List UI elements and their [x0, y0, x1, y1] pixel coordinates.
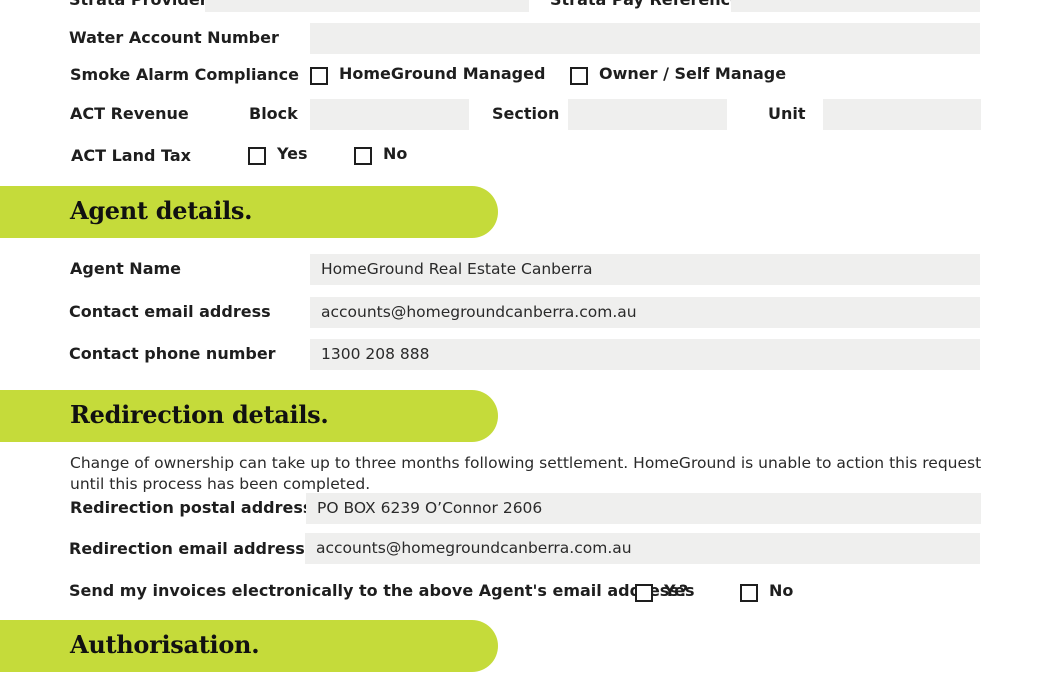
smoke-alarm-owner-label: Owner / Self Manage [599, 64, 787, 83]
contact-email-field[interactable]: accounts@homegroundcanberra.com.au [310, 297, 980, 328]
redirection-details-banner: Redirection details. [0, 390, 498, 442]
water-account-label: Water Account Number [69, 28, 279, 47]
redirection-note-line-2: until this process has been completed. [70, 475, 371, 493]
smoke-alarm-owner-checkbox[interactable] [570, 67, 588, 85]
smoke-alarm-homeground-label: HomeGround Managed [339, 64, 546, 83]
strata-pay-reference-label: Strata Pay Reference [550, 0, 741, 10]
contact-phone-field[interactable]: 1300 208 888 [310, 339, 980, 370]
water-account-field[interactable] [310, 23, 980, 54]
act-revenue-label: ACT Revenue [70, 104, 189, 123]
invoice-no-label: No [769, 581, 794, 600]
authorisation-banner: Authorisation. [0, 620, 498, 672]
agent-name-field[interactable]: HomeGround Real Estate Canberra [310, 254, 980, 285]
redirection-note: Change of ownership can take up to three… [70, 453, 982, 495]
redirection-postal-field[interactable]: PO BOX 6239 O’Connor 2606 [306, 493, 981, 524]
act-land-tax-label: ACT Land Tax [71, 146, 191, 165]
section-label: Section [492, 104, 560, 123]
strata-provider-field[interactable] [205, 0, 529, 12]
agent-name-label: Agent Name [70, 259, 182, 278]
agent-details-title: Agent details. [70, 196, 253, 225]
invoice-yes-checkbox[interactable] [635, 584, 653, 602]
redirection-details-title: Redirection details. [70, 400, 329, 429]
land-tax-yes-checkbox[interactable] [248, 147, 266, 165]
land-tax-no-label: No [383, 144, 408, 163]
redirection-email-field[interactable]: accounts@homegroundcanberra.com.au [305, 533, 980, 564]
redirection-email-label: Redirection email address [69, 539, 305, 558]
contact-phone-label: Contact phone number [69, 344, 276, 363]
invoice-question-label: Send my invoices electronically to the a… [69, 581, 689, 600]
invoice-yes-label: Yes [664, 581, 695, 600]
smoke-alarm-homeground-checkbox[interactable] [310, 67, 328, 85]
smoke-alarm-label: Smoke Alarm Compliance [70, 65, 299, 84]
invoice-no-checkbox[interactable] [740, 584, 758, 602]
redirection-note-line-1: Change of ownership can take up to three… [70, 454, 982, 472]
block-label: Block [249, 104, 298, 123]
section-field[interactable] [568, 99, 727, 130]
unit-label: Unit [768, 104, 806, 123]
strata-pay-reference-field[interactable] [731, 0, 980, 12]
redirection-postal-label: Redirection postal address [70, 498, 313, 517]
unit-field[interactable] [823, 99, 981, 130]
strata-provider-label: Strata Provider [69, 0, 208, 10]
authorisation-title: Authorisation. [70, 630, 260, 659]
agent-details-banner: Agent details. [0, 186, 498, 238]
land-tax-yes-label: Yes [277, 144, 308, 163]
contact-email-label: Contact email address [69, 302, 271, 321]
block-field[interactable] [310, 99, 469, 130]
land-tax-no-checkbox[interactable] [354, 147, 372, 165]
